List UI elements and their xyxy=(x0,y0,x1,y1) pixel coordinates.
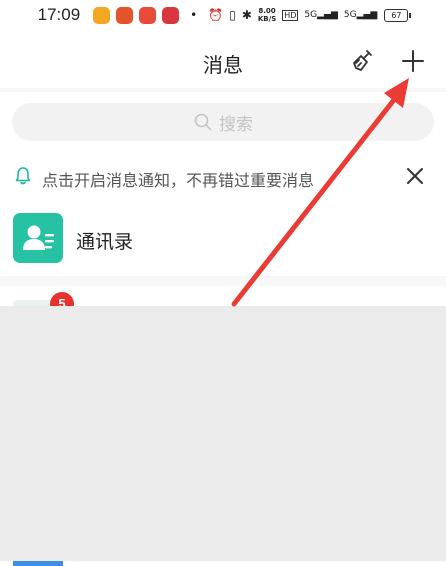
vibrate-icon: ▯ xyxy=(229,8,236,22)
status-more-dot: • xyxy=(190,8,198,22)
signal-icon: 5G▂▄▆ xyxy=(343,10,378,20)
bell-icon xyxy=(15,167,31,185)
net-speed: 8.00 KB/S xyxy=(258,7,276,23)
plus-icon[interactable] xyxy=(400,48,426,74)
app-notification-icon xyxy=(139,6,157,24)
bluetooth-icon: ✱ xyxy=(241,8,252,22)
notification-banner[interactable]: 点击开启消息通知，不再错过重要消息 xyxy=(0,158,446,196)
header: 消息 xyxy=(0,40,446,84)
app-notification-icon xyxy=(116,6,134,24)
alarm-icon: ⏰ xyxy=(208,8,224,22)
hd-icon: HD xyxy=(282,9,299,21)
search-icon xyxy=(194,113,212,131)
contacts-icon xyxy=(13,213,63,263)
app-notification-icon xyxy=(162,6,180,24)
status-time: 17:09 xyxy=(37,5,81,24)
signal-label: 5G xyxy=(343,10,357,20)
contacts-label: 通讯录 xyxy=(76,231,134,253)
divider xyxy=(0,88,446,92)
contact-card-icon xyxy=(23,225,54,250)
search-input[interactable]: 搜索 xyxy=(12,103,434,141)
search-placeholder: 搜索 xyxy=(219,114,253,135)
signal-label: 5G xyxy=(304,10,318,20)
page-title: 消息 xyxy=(203,53,243,77)
close-icon[interactable] xyxy=(404,165,426,187)
redacted-conversation-area xyxy=(0,306,446,561)
broom-icon[interactable] xyxy=(350,48,376,74)
status-bar: 17:09 • ⏰ ▯ ✱ 8.00 KB/S HD 5G▂▄▆ 5G▂▄▆ 6… xyxy=(0,0,446,30)
search-placeholder-wrap: 搜索 xyxy=(12,103,434,141)
signal-icon: 5G▂▄▆ xyxy=(304,10,338,20)
battery-icon: 67 xyxy=(384,8,412,22)
section-separator xyxy=(0,276,446,286)
app-notification-icon xyxy=(93,6,111,24)
contacts-row[interactable]: 通讯录 xyxy=(0,210,446,266)
list-item[interactable] xyxy=(0,561,446,566)
notice-text: 点击开启消息通知，不再错过重要消息 xyxy=(42,171,315,190)
net-speed-value: 8.00 xyxy=(258,7,276,15)
net-speed-unit: KB/S xyxy=(257,15,277,23)
conversation-avatar xyxy=(13,561,63,566)
